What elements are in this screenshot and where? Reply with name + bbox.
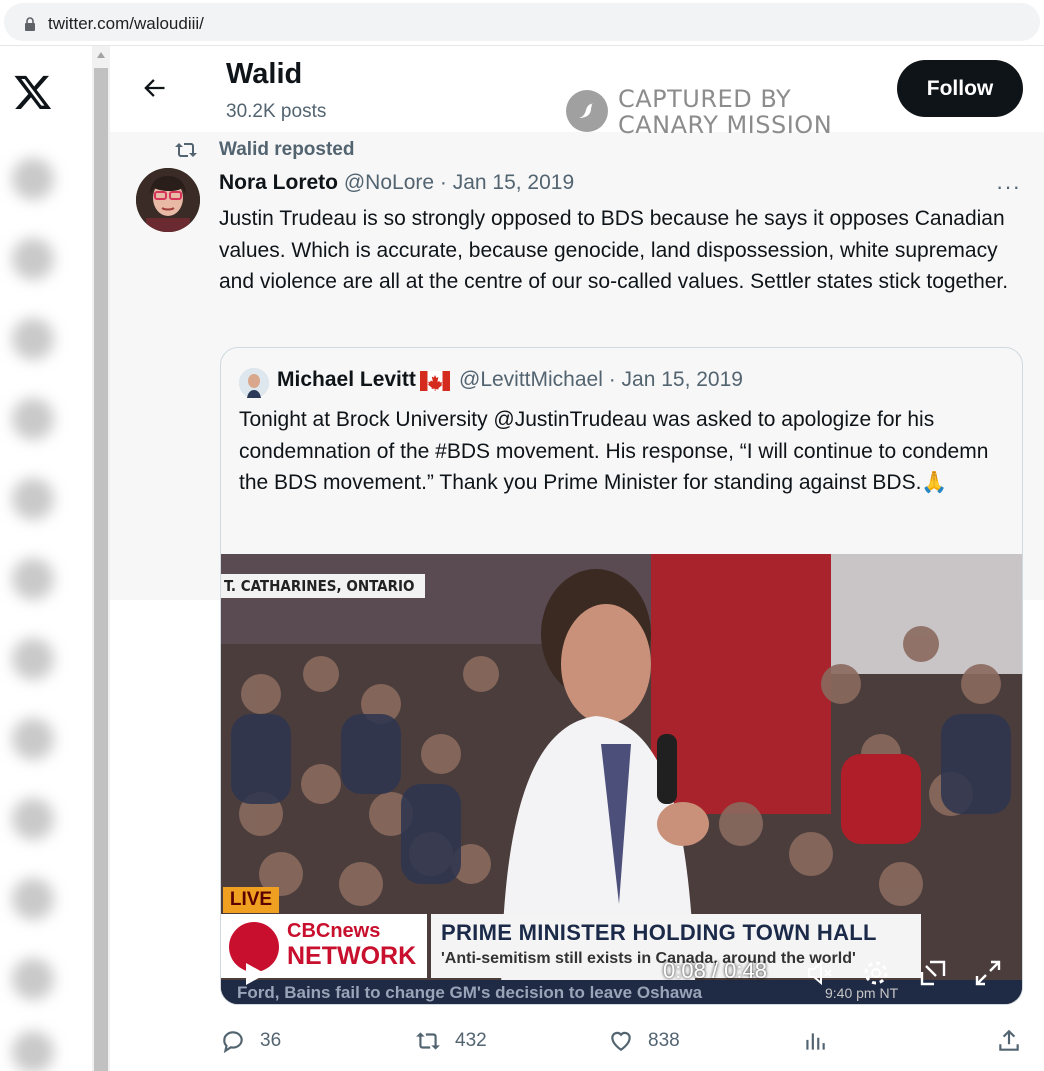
repost-icon <box>416 1032 440 1050</box>
canary-logo-icon <box>566 90 608 132</box>
nav-more-icon[interactable] <box>12 958 54 1000</box>
nav-explore-icon[interactable] <box>12 238 54 280</box>
reply-count: 36 <box>260 1030 282 1051</box>
nav-home-icon[interactable] <box>12 158 54 200</box>
watermark-line2: CANARY MISSION <box>618 111 833 139</box>
back-arrow-icon[interactable] <box>140 74 168 102</box>
x-logo-icon[interactable] <box>12 72 54 112</box>
repost-button[interactable]: 432 <box>415 1024 515 1058</box>
quoted-tweet-text: Tonight at Brock University @JustinTrude… <box>239 408 989 494</box>
left-navigation <box>0 46 92 1071</box>
cbc-logo-line1: CBCnews <box>287 920 381 942</box>
watermark-text: CAPTURED BY CANARY MISSION <box>618 86 832 138</box>
repost-label[interactable]: Walid reposted <box>219 139 354 161</box>
share-button[interactable] <box>996 1024 1026 1058</box>
repost-icon <box>175 143 197 157</box>
news-lower-third: CBCnews NETWORK PRIME MINISTER HOLDING T… <box>221 914 1022 1004</box>
tweet-actions: 36 432 838 <box>110 1024 1044 1058</box>
video-player[interactable]: T. CATHARINES, ONTARIO LIVE CBCnews NETW… <box>221 554 1022 1004</box>
nav-premium-icon[interactable] <box>12 798 54 840</box>
scroll-up-icon[interactable] <box>97 52 105 58</box>
tweet-header: Nora Loreto @NoLore · Jan 15, 2019 <box>219 171 574 195</box>
location-caption: T. CATHARINES, ONTARIO <box>221 574 425 598</box>
reply-button[interactable]: 36 <box>220 1024 310 1058</box>
profile-name: Walid <box>226 58 303 90</box>
quoted-author-name: Michael Levitt <box>277 368 416 391</box>
main-column: Walid 30.2K posts Follow CAPTURED BY CAN… <box>110 46 1044 1071</box>
watermark-line1: CAPTURED BY <box>618 85 792 113</box>
reply-icon <box>223 1031 243 1054</box>
repost-count: 432 <box>455 1030 487 1051</box>
avatar-image <box>136 168 200 232</box>
heart-icon <box>611 1031 631 1051</box>
nav-lists-icon[interactable] <box>12 558 54 600</box>
ticker-text: Ford, Bains fail to change GM's decision… <box>237 983 703 1002</box>
cbc-logo-line2: NETWORK <box>287 942 417 970</box>
news-ticker: Ford, Bains fail to change GM's decision… <box>221 980 1022 1004</box>
like-count: 838 <box>648 1030 680 1051</box>
nav-messages-icon[interactable] <box>12 398 54 440</box>
play-icon[interactable] <box>241 960 269 988</box>
like-button[interactable]: 838 <box>608 1024 708 1058</box>
quoted-avatar-image <box>239 368 269 398</box>
canary-mission-watermark: CAPTURED BY CANARY MISSION <box>566 86 866 138</box>
fullscreen-icon[interactable] <box>973 958 1003 988</box>
canada-flag-icon <box>420 371 450 391</box>
quoted-handle-date: @LevittMichael · Jan 15, 2019 <box>459 368 743 391</box>
browser-address-bar: twitter.com/waloudiii/ <box>0 0 1044 46</box>
nav-communities-icon[interactable] <box>12 718 54 760</box>
nav-bookmarks-icon[interactable] <box>12 638 54 680</box>
views-button[interactable] <box>802 1024 832 1058</box>
news-headline: PRIME MINISTER HOLDING TOWN HALL <box>441 920 877 945</box>
author-avatar[interactable] <box>136 168 200 232</box>
analytics-icon <box>806 1033 825 1050</box>
nav-notifications-icon[interactable] <box>12 318 54 360</box>
post-count: 30.2K posts <box>226 101 327 122</box>
settings-gear-icon[interactable] <box>861 958 891 988</box>
url-field[interactable]: twitter.com/waloudiii/ <box>4 3 1040 41</box>
scrollbar[interactable] <box>92 46 110 1071</box>
mute-icon[interactable] <box>805 958 835 988</box>
nav-post-button[interactable] <box>12 1031 54 1071</box>
quoted-tweet[interactable]: Michael Levitt @LevittMichael · Jan 15, … <box>220 347 1023 1005</box>
tweet-text: Justin Trudeau is so strongly opposed to… <box>219 207 1009 293</box>
lock-icon <box>25 17 35 31</box>
quoted-author-avatar <box>239 368 269 398</box>
nav-profile-icon[interactable] <box>12 878 54 920</box>
news-subline: 'Anti-semitism still exists in Canada, a… <box>441 950 856 967</box>
author-name[interactable]: Nora Loreto <box>219 171 338 194</box>
url-text: twitter.com/waloudiii/ <box>48 14 204 33</box>
picture-in-picture-icon[interactable] <box>918 958 948 988</box>
author-handle-date[interactable]: @NoLore · Jan 15, 2019 <box>344 171 574 194</box>
nav-grok-icon[interactable] <box>12 478 54 520</box>
scrollbar-thumb[interactable] <box>94 68 108 1071</box>
follow-button[interactable]: Follow <box>897 60 1023 117</box>
bird-icon <box>579 103 595 118</box>
live-badge: LIVE <box>223 887 279 913</box>
share-icon <box>999 1029 1019 1051</box>
more-options-icon[interactable]: ··· <box>996 174 1021 200</box>
video-timestamp: 0:08 / 0:48 <box>663 958 767 983</box>
